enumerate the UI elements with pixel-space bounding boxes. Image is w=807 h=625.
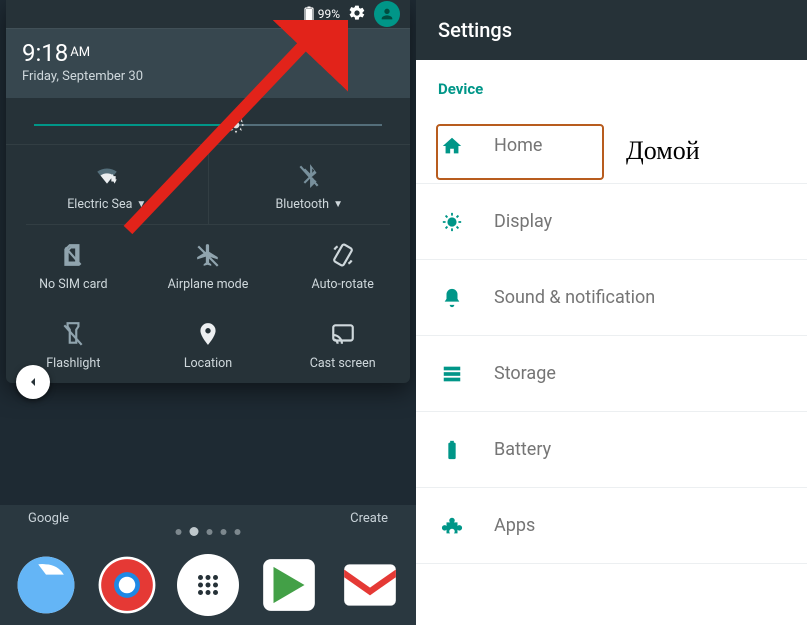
settings-screenshot: Settings Device Home Display Sound & not… — [416, 0, 807, 625]
highlight-home — [436, 124, 604, 180]
gear-icon — [348, 4, 366, 22]
section-device: Device — [416, 60, 807, 108]
bluetooth-label: Bluetooth — [276, 197, 330, 212]
apps-icon — [441, 515, 463, 537]
sim-tile[interactable]: No SIM card — [6, 225, 141, 304]
rotate-tile[interactable]: Auto-rotate — [275, 225, 410, 304]
quick-tiles-row-1: Electric Sea▼ Bluetooth▼ — [6, 144, 410, 224]
dock-app-browser[interactable] — [15, 554, 77, 616]
settings-gear-button[interactable] — [348, 4, 366, 25]
dock — [0, 545, 416, 625]
storage-icon — [441, 363, 463, 385]
battery-icon — [441, 439, 463, 461]
wifi-icon — [94, 162, 120, 188]
settings-item-battery[interactable]: Battery — [416, 412, 807, 488]
settings-item-display[interactable]: Display — [416, 184, 807, 260]
settings-item-label: Apps — [494, 515, 535, 536]
location-tile[interactable]: Location — [141, 304, 276, 383]
rotate-label: Auto-rotate — [311, 277, 373, 292]
settings-item-apps[interactable]: Apps — [416, 488, 807, 564]
cast-label: Cast screen — [310, 356, 376, 371]
homescreen: Google Create — [0, 505, 416, 625]
settings-header: Settings — [416, 0, 807, 60]
airplane-label: Airplane mode — [168, 277, 249, 292]
battery-pct: 99% — [318, 7, 340, 21]
settings-title: Settings — [438, 18, 512, 42]
brightness-icon — [226, 115, 246, 135]
airplane-tile[interactable]: Airplane mode — [141, 225, 276, 304]
person-icon — [379, 6, 395, 22]
battery-indicator: 99% — [304, 6, 340, 22]
user-avatar[interactable] — [374, 1, 400, 27]
date: Friday, September 30 — [22, 69, 394, 84]
dock-app-play[interactable] — [258, 554, 320, 616]
quick-tiles-row-3: Flashlight Location Cast screen — [6, 304, 410, 383]
dock-app-chrome[interactable] — [96, 554, 158, 616]
bluetooth-off-icon — [296, 162, 322, 188]
settings-item-label: Battery — [494, 439, 551, 460]
page-indicator — [176, 527, 241, 536]
dock-app-drawer[interactable] — [177, 554, 239, 616]
caret-down-icon: ▼ — [333, 199, 343, 210]
wifi-tile[interactable]: Electric Sea ▼ — [6, 144, 208, 224]
chevron-left-icon — [25, 374, 41, 390]
dock-app-gmail[interactable] — [339, 554, 401, 616]
annotation-label: Домой — [626, 136, 700, 166]
status-bar: 99% — [6, 0, 410, 28]
location-label: Location — [184, 356, 232, 371]
home-label-left[interactable]: Google — [28, 511, 69, 526]
quick-tiles-row-2: No SIM card Airplane mode Auto-rotate — [6, 225, 410, 304]
settings-item-label: Storage — [494, 363, 556, 384]
wifi-label: Electric Sea — [67, 197, 132, 212]
brightness-slider[interactable] — [6, 98, 410, 144]
display-icon — [441, 211, 463, 233]
cast-icon — [330, 321, 356, 347]
flashlight-icon — [60, 321, 86, 347]
home-label-right[interactable]: Create — [350, 511, 388, 526]
battery-icon — [304, 6, 314, 22]
quick-settings-page-back[interactable] — [16, 365, 50, 399]
quick-settings-shade: 99% 9:18AM Friday, September 30 — [6, 0, 410, 383]
settings-item-label: Sound & notification — [494, 287, 655, 308]
location-icon — [195, 321, 221, 347]
flashlight-label: Flashlight — [46, 356, 100, 371]
clock: 9:18AM — [22, 39, 394, 67]
settings-item-label: Display — [494, 211, 552, 232]
settings-item-sound[interactable]: Sound & notification — [416, 260, 807, 336]
settings-item-storage[interactable]: Storage — [416, 336, 807, 412]
cast-tile[interactable]: Cast screen — [275, 304, 410, 383]
sim-icon — [60, 242, 86, 268]
sim-label: No SIM card — [39, 277, 108, 292]
bell-icon — [441, 287, 463, 309]
quick-settings-header[interactable]: 9:18AM Friday, September 30 — [6, 28, 410, 98]
airplane-icon — [195, 242, 221, 268]
caret-down-icon: ▼ — [136, 199, 146, 210]
bluetooth-tile[interactable]: Bluetooth▼ — [208, 144, 411, 224]
rotate-icon — [330, 242, 356, 268]
quick-settings-screenshot: Google Create 99% — [0, 0, 416, 625]
